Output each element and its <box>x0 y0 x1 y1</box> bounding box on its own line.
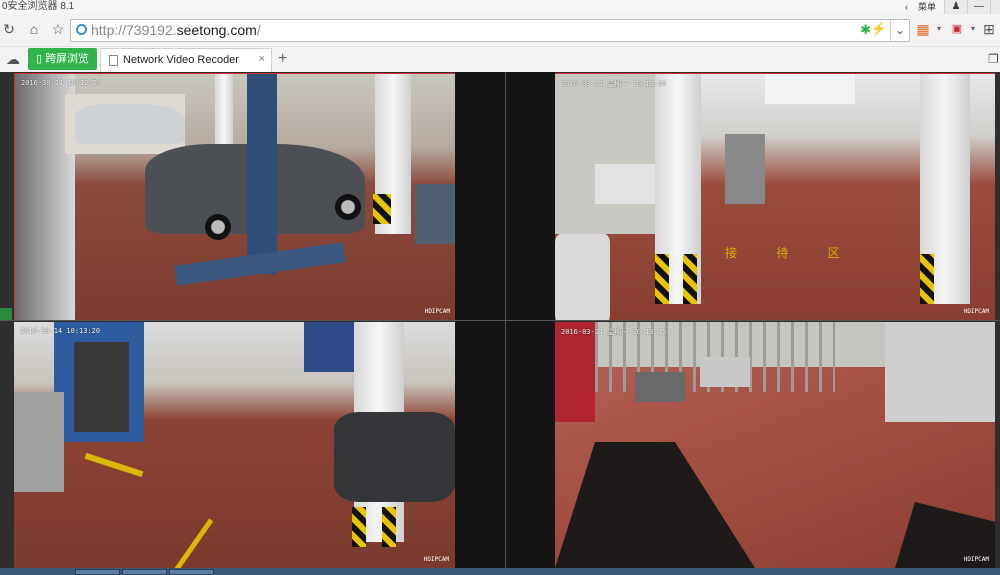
video-wall: 2016-30-14 10:12:56 HDIPCAM 接 待 区 2016-0… <box>0 72 1000 568</box>
tab-title: Network Video Recoder <box>123 54 239 66</box>
url-text[interactable]: http://739192.seetong.com/ <box>91 22 261 39</box>
globe-icon <box>76 24 87 35</box>
document-icon <box>109 55 118 66</box>
star-icon[interactable]: ☆ <box>49 20 67 38</box>
taskbar <box>0 568 1000 575</box>
window-title: 0安全浏览器 8.1 <box>2 1 75 12</box>
floor-marking-text: 接 待 区 <box>725 246 858 260</box>
address-bar[interactable]: http://739192.seetong.com/ ✱ ⚡ ⌄ <box>70 19 910 42</box>
title-bar: 0安全浏览器 8.1 ‹ 菜单 ♟ — <box>0 0 1000 14</box>
maximize-button[interactable] <box>990 0 1000 14</box>
taskbar-item-2[interactable] <box>122 569 167 575</box>
camera-1-timestamp: 2016-30-14 10:12:56 <box>21 79 102 87</box>
camera-3-timestamp: 2016-30-14 10:13:20 <box>20 327 101 335</box>
security-icon[interactable]: ✱ <box>860 22 871 38</box>
cloud-icon[interactable]: ☁ <box>4 50 22 68</box>
split-screen-button[interactable]: ▯ 跨屏浏览 <box>28 48 97 70</box>
camera-4-timestamp: 2016-03-14 星期一 10:13:15 <box>561 328 667 336</box>
address-dropdown-icon[interactable]: ⌄ <box>890 20 909 41</box>
camera-view-4[interactable]: 2016-03-14 星期一 10:13:15 HDIPCAM <box>555 322 995 568</box>
taskbar-item-3[interactable] <box>169 569 214 575</box>
speed-mode-icon[interactable]: ⚡ <box>871 21 887 37</box>
taskbar-item-1[interactable] <box>75 569 120 575</box>
navigation-bar: ↻ ⌂ ☆ http://739192.seetong.com/ ✱ ⚡ ⌄ ▦… <box>0 14 1000 47</box>
menu-label[interactable]: 菜单 <box>918 0 936 14</box>
camera-view-3[interactable]: 2016-30-14 10:13:20 HDIPCAM <box>14 322 455 568</box>
camera-3-brand: HDIPCAM <box>423 556 449 563</box>
camera-2-brand: HDIPCAM <box>963 308 989 315</box>
phone-icon: ▯ <box>35 53 42 65</box>
horizontal-divider <box>0 320 1000 321</box>
tab-close-icon[interactable]: × <box>259 53 265 65</box>
camera-view-2[interactable]: 接 待 区 2016-03-14 星期一 10:12:56 HDIPCAM <box>555 73 995 320</box>
split-screen-label: 跨屏浏览 <box>45 53 90 65</box>
minimize-button[interactable]: — <box>967 0 990 14</box>
camera-status-icon <box>0 308 12 320</box>
camera-view-1[interactable]: 2016-30-14 10:12:56 HDIPCAM <box>14 73 457 321</box>
camera-4-brand: HDIPCAM <box>963 556 989 563</box>
tab-bar: ☁ ▯ 跨屏浏览 Network Video Recoder × + ❐ <box>0 47 1000 72</box>
camera-1-brand: HDIPCAM <box>424 308 450 315</box>
tab-network-video-recoder[interactable]: Network Video Recoder × <box>100 48 272 72</box>
camera-2-timestamp: 2016-03-14 星期一 10:12:56 <box>561 80 667 88</box>
home-icon[interactable]: ⌂ <box>25 20 43 38</box>
skin-icon[interactable]: ♟ <box>944 0 967 14</box>
new-tab-button[interactable]: + <box>278 50 287 68</box>
grid-icon[interactable]: ⊞ <box>980 20 998 38</box>
refresh-icon[interactable]: ↻ <box>0 20 18 38</box>
back-arrow-icon[interactable]: ‹ <box>905 0 908 14</box>
window-list-icon[interactable]: ❐ <box>988 52 999 66</box>
apps-dropdown-icon[interactable]: ▾ <box>930 20 948 38</box>
